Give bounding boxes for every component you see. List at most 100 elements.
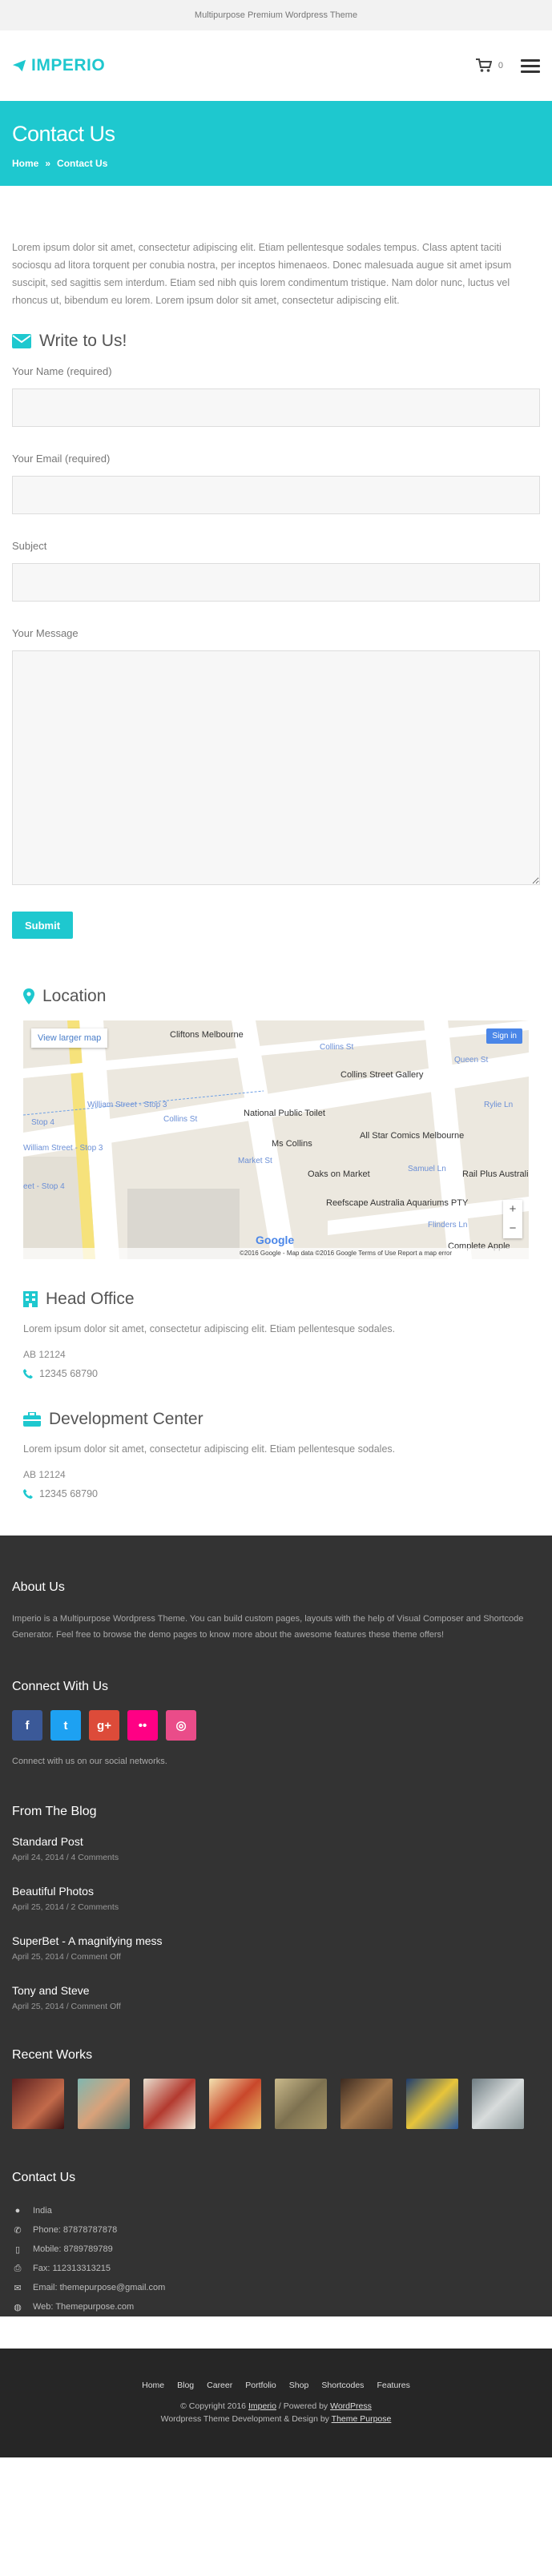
footer-nav-shortcodes[interactable]: Shortcodes (321, 2381, 364, 2390)
blog-post-title[interactable]: SuperBet - A magnifying mess (12, 1934, 540, 1947)
dev-center-text: Lorem ipsum dolor sit amet, consectetur … (23, 1443, 396, 1455)
contact-phone: ✆ Phone: 87878787878 (12, 2220, 540, 2240)
footer-nav-home[interactable]: Home (142, 2381, 164, 2390)
map-label-rail: Rail Plus Australi (462, 1169, 529, 1179)
contact-fax: ⎙ Fax: 112313313215 (12, 2259, 540, 2278)
footer-nav-features[interactable]: Features (377, 2381, 409, 2390)
zoom-in-button[interactable]: + (503, 1200, 522, 1219)
contact-mobile: ▯ Mobile: 8789789789 (12, 2240, 540, 2259)
street-flinders: Flinders Ln (428, 1221, 468, 1230)
imperio-link[interactable]: Imperio (248, 2401, 276, 2411)
head-office-phone: 12345 68790 (23, 1368, 540, 1379)
subject-field[interactable] (12, 563, 540, 602)
footer-nav: Home Blog Career Portfolio Shop Shortcod… (12, 2381, 540, 2390)
breadcrumb-home[interactable]: Home (12, 158, 38, 169)
bottom-bar: Home Blog Career Portfolio Shop Shortcod… (0, 2349, 552, 2457)
street-stop-4b: eet - Stop 4 (23, 1182, 65, 1191)
blog-post: Beautiful Photos April 25, 2014 / 2 Comm… (12, 1885, 540, 1912)
head-office-phone-number: 12345 68790 (39, 1368, 98, 1379)
blog-post-title[interactable]: Standard Post (12, 1835, 540, 1848)
work-thumbnail[interactable] (12, 2079, 64, 2129)
site-logo[interactable]: IMPERIO (12, 56, 105, 75)
work-thumbnail[interactable] (406, 2079, 458, 2129)
cart-button[interactable]: 0 (475, 58, 503, 73)
view-larger-map-link[interactable]: View larger map (31, 1028, 108, 1048)
connect-title: Connect With Us (12, 1680, 109, 1693)
location-heading: Location (23, 987, 540, 1006)
footer-nav-portfolio[interactable]: Portfolio (245, 2381, 276, 2390)
twitter-icon[interactable]: t (50, 1710, 81, 1741)
contact-web[interactable]: ◍ Web: Themepurpose.com (12, 2297, 540, 2316)
theme-credit: Wordpress Theme Development & Design by … (160, 2414, 392, 2424)
map-label-collins: Ms Collins (272, 1139, 312, 1149)
blog-post-title[interactable]: Tony and Steve (12, 1984, 540, 1997)
dev-center-heading: Development Center (23, 1410, 540, 1429)
blog-post-title[interactable]: Beautiful Photos (12, 1885, 540, 1898)
map-label-comics: All Star Comics Melbourne (360, 1131, 465, 1141)
development-center: Development Center Lorem ipsum dolor sit… (0, 1410, 552, 1499)
map-label-oaks: Oaks on Market (308, 1169, 370, 1179)
blog-post-meta: April 25, 2014 / Comment Off (12, 1952, 121, 1962)
footer-nav-career[interactable]: Career (207, 2381, 232, 2390)
footer-contact-title: Contact Us (12, 2171, 76, 2184)
contact-country: ● India (12, 2201, 540, 2220)
phone-icon (23, 1489, 33, 1499)
cart-count: 0 (498, 61, 503, 70)
contact-form-title: Write to Us! (39, 332, 127, 350)
building-icon (23, 1291, 38, 1307)
flickr-icon[interactable]: •• (127, 1710, 158, 1741)
print-icon: ⎙ (14, 2263, 22, 2273)
name-field[interactable] (12, 388, 540, 427)
blog-post: Standard Post April 24, 2014 / 4 Comment… (12, 1835, 540, 1862)
street-queen: Queen St (454, 1056, 489, 1065)
location-section: Location View larger map Sign in Clifton… (0, 939, 552, 1259)
zoom-out-button[interactable]: − (503, 1219, 522, 1238)
blog-post-meta: April 24, 2014 / 4 Comments (12, 1853, 119, 1862)
blog-post-meta: April 25, 2014 / Comment Off (12, 2002, 121, 2011)
work-thumbnail[interactable] (209, 2079, 261, 2129)
google-plus-icon[interactable]: g+ (89, 1710, 119, 1741)
street-rylie: Rylie Ln (484, 1101, 514, 1109)
logo-text: IMPERIO (31, 56, 106, 74)
subject-label: Subject (12, 540, 47, 552)
map-sign-in-button[interactable]: Sign in (486, 1028, 522, 1044)
topbar-text: Multipurpose Premium Wordpress Theme (194, 10, 358, 20)
footer-nav-blog[interactable]: Blog (177, 2381, 194, 2390)
facebook-icon[interactable]: f (12, 1710, 42, 1741)
hamburger-menu-icon[interactable] (521, 58, 540, 73)
intro-text: Lorem ipsum dolor sit amet, consectetur … (12, 242, 512, 306)
map-attribution: ©2016 Google - Map data ©2016 Google Ter… (23, 1248, 529, 1259)
email-field[interactable] (12, 476, 540, 514)
street-william-stop-3: William Street - Stop 3 (87, 1101, 167, 1109)
contact-email[interactable]: ✉ Email: themepurpose@gmail.com (12, 2278, 540, 2297)
header-actions: 0 (475, 58, 540, 73)
blog-title: From The Blog (12, 1805, 97, 1818)
phone-icon (23, 1369, 33, 1379)
blog-post: Tony and Steve April 25, 2014 / Comment … (12, 1984, 540, 2011)
work-thumbnail[interactable] (275, 2079, 327, 2129)
dribbble-icon[interactable]: ◎ (166, 1710, 196, 1741)
work-thumbnail[interactable] (472, 2079, 524, 2129)
submit-button[interactable]: Submit (12, 912, 74, 939)
briefcase-icon (23, 1412, 41, 1427)
paper-plane-icon (12, 59, 26, 72)
breadcrumb-separator: » (45, 158, 51, 169)
work-thumbnail[interactable] (340, 2079, 393, 2129)
footer-nav-shop[interactable]: Shop (289, 2381, 309, 2390)
work-thumbnail[interactable] (78, 2079, 130, 2129)
message-field[interactable] (12, 650, 540, 885)
head-office-text: Lorem ipsum dolor sit amet, consectetur … (23, 1323, 396, 1334)
connect-text: Connect with us on our social networks. (12, 1757, 167, 1766)
recent-works (12, 2079, 540, 2129)
social-links: f t g+ •• ◎ (12, 1710, 540, 1741)
work-thumbnail[interactable] (143, 2079, 195, 2129)
location-title: Location (42, 987, 107, 1005)
street-collins-left: Collins St (163, 1115, 198, 1124)
about-title: About Us (12, 1580, 65, 1594)
wordpress-link[interactable]: WordPress (330, 2401, 372, 2411)
map-label-reefscape: Reefscape Australia Aquariums PTY (326, 1198, 469, 1208)
google-map[interactable]: View larger map Sign in Cliftons Melbour… (23, 1020, 529, 1259)
dev-center-phone-number: 12345 68790 (39, 1488, 98, 1499)
theme-purpose-link[interactable]: Theme Purpose (332, 2414, 392, 2424)
map-zoom-control[interactable]: + − (503, 1200, 522, 1238)
